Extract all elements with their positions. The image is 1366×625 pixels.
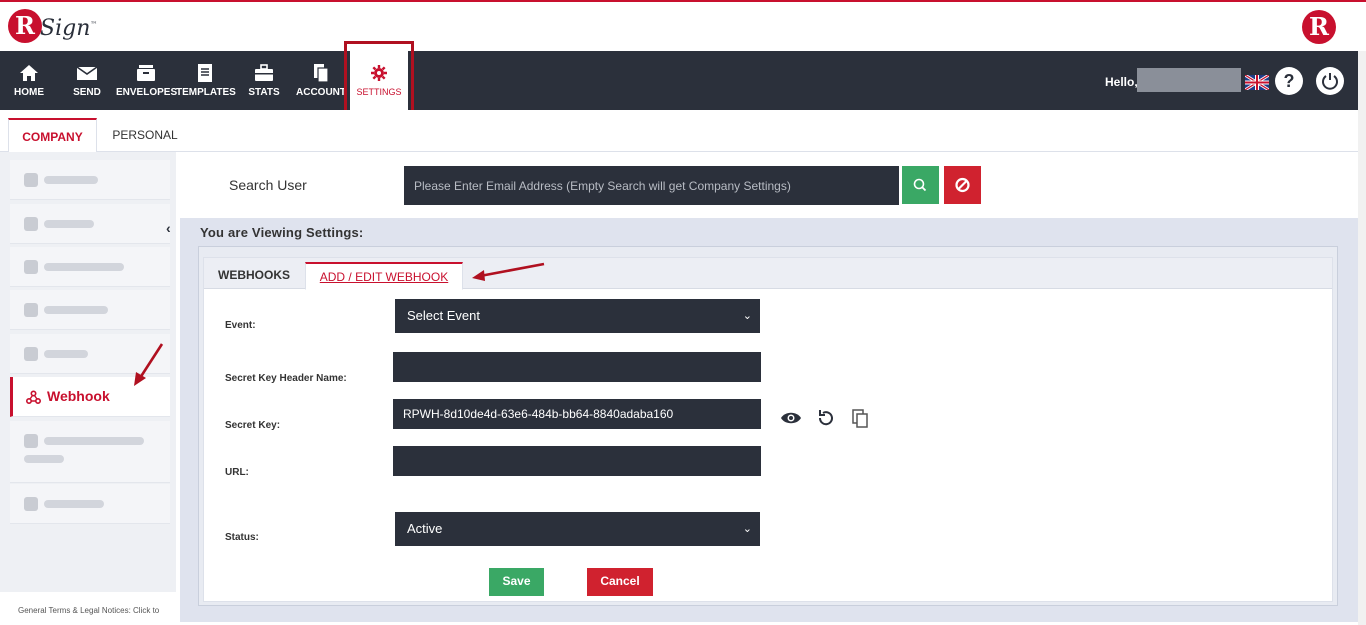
ban-icon <box>955 177 970 193</box>
url-input[interactable] <box>393 446 761 476</box>
event-select[interactable]: Select Event ⌄ <box>395 299 760 333</box>
nav-envelopes-label: ENVELOPES <box>116 87 178 98</box>
search-user-label: Search User <box>229 177 307 193</box>
sidebar-item-1[interactable] <box>10 160 170 200</box>
sidebar-item-7[interactable] <box>10 421 170 483</box>
sidebar-item-webhook[interactable]: Webhook <box>10 377 170 417</box>
tab-add-edit-webhook[interactable]: ADD / EDIT WEBHOOK <box>305 262 463 290</box>
url-label: URL: <box>225 467 249 478</box>
panel-title: You are Viewing Settings: <box>200 225 364 240</box>
webhook-tabs: WEBHOOKS ADD / EDIT WEBHOOK <box>204 258 1332 290</box>
sidebar-item-3[interactable] <box>10 247 170 287</box>
main-navbar: HOME SEND ENVELOPES TEMPLATES STATS ACCO… <box>0 51 1358 110</box>
sidebar-item-5[interactable] <box>10 334 170 374</box>
panel-inner: WEBHOOKS ADD / EDIT WEBHOOK Event: Selec… <box>198 246 1338 606</box>
templates-icon <box>198 64 212 82</box>
sidebar-item-8[interactable] <box>10 484 170 524</box>
search-button[interactable] <box>902 166 939 204</box>
gear-icon <box>371 65 387 81</box>
account-icon <box>314 64 329 83</box>
webhook-card: WEBHOOKS ADD / EDIT WEBHOOK Event: Selec… <box>203 257 1333 602</box>
secret-key-header-label: Secret Key Header Name: <box>225 373 347 384</box>
home-icon <box>20 65 38 81</box>
settings-panel: You are Viewing Settings: WEBHOOKS ADD /… <box>180 218 1358 622</box>
nav-templates[interactable]: TEMPLATES <box>176 51 236 110</box>
nav-stats[interactable]: STATS <box>244 51 284 110</box>
nav-home[interactable]: HOME <box>6 51 52 110</box>
sidebar-collapse-icon[interactable]: ‹ <box>166 220 178 236</box>
chevron-down-icon: ⌄ <box>742 523 752 535</box>
eye-icon[interactable] <box>780 407 802 429</box>
secret-key-header-input[interactable] <box>393 352 761 382</box>
clear-search-button[interactable] <box>944 166 981 204</box>
settings-sidebar: Webhook <box>0 152 176 592</box>
secret-key-input[interactable]: RPWH-8d10de4d-63e6-484b-bb64-8840adaba16… <box>393 399 761 429</box>
nav-stats-label: STATS <box>248 87 280 98</box>
brand-bar: R Sign™ R <box>0 0 1366 51</box>
nav-account[interactable]: ACCOUNT <box>296 51 346 110</box>
regenerate-icon[interactable] <box>815 407 837 429</box>
tab-webhooks[interactable]: WEBHOOKS <box>204 262 304 290</box>
power-icon[interactable] <box>1316 67 1344 95</box>
nav-templates-label: TEMPLATES <box>176 87 236 98</box>
nav-settings-label: SETTINGS <box>356 87 402 97</box>
nav-send[interactable]: SEND <box>66 51 108 110</box>
secret-key-label: Secret Key: <box>225 420 281 431</box>
help-icon[interactable]: ? <box>1275 67 1303 95</box>
status-label: Status: <box>225 532 259 543</box>
settings-scope-tabs: COMPANY PERSONAL <box>0 110 1358 153</box>
event-label: Event: <box>225 320 256 331</box>
rsign-logo-word: Sign™ <box>40 16 98 41</box>
inbox-icon <box>137 65 155 81</box>
rsign-logo[interactable]: R <box>8 9 42 43</box>
nav-envelopes[interactable]: ENVELOPES <box>116 51 178 110</box>
briefcase-icon <box>255 64 273 81</box>
tab-company[interactable]: COMPANY <box>8 118 97 153</box>
envelope-icon <box>76 66 98 80</box>
save-button[interactable]: Save <box>489 568 544 596</box>
tab-personal[interactable]: PERSONAL <box>100 118 190 153</box>
copy-icon[interactable] <box>849 407 871 429</box>
nav-settings[interactable]: SETTINGS <box>350 51 408 110</box>
nav-send-label: SEND <box>73 87 101 98</box>
nav-home-label: HOME <box>14 87 44 98</box>
sidebar-item-4[interactable] <box>10 290 170 330</box>
uk-flag-icon[interactable] <box>1245 75 1269 90</box>
search-icon <box>913 178 927 192</box>
status-select-value: Active <box>407 521 443 536</box>
cancel-button[interactable]: Cancel <box>587 568 653 596</box>
sidebar-item-webhook-label: Webhook <box>47 388 110 404</box>
page-scrollbar[interactable] <box>1358 51 1366 625</box>
rpost-logo: R <box>1302 10 1336 44</box>
nav-account-label: ACCOUNT <box>296 87 346 98</box>
user-name-redacted <box>1137 68 1241 92</box>
event-select-value: Select Event <box>407 308 480 323</box>
webhook-icon <box>26 390 41 404</box>
chevron-down-icon: ⌄ <box>742 310 752 322</box>
status-select[interactable]: Active ⌄ <box>395 512 760 546</box>
search-user-input[interactable] <box>404 166 899 205</box>
greeting-text: Hello, <box>1105 75 1138 89</box>
footer-legal-link[interactable]: General Terms & Legal Notices: Click to <box>18 606 159 615</box>
sidebar-item-2[interactable] <box>10 204 170 244</box>
